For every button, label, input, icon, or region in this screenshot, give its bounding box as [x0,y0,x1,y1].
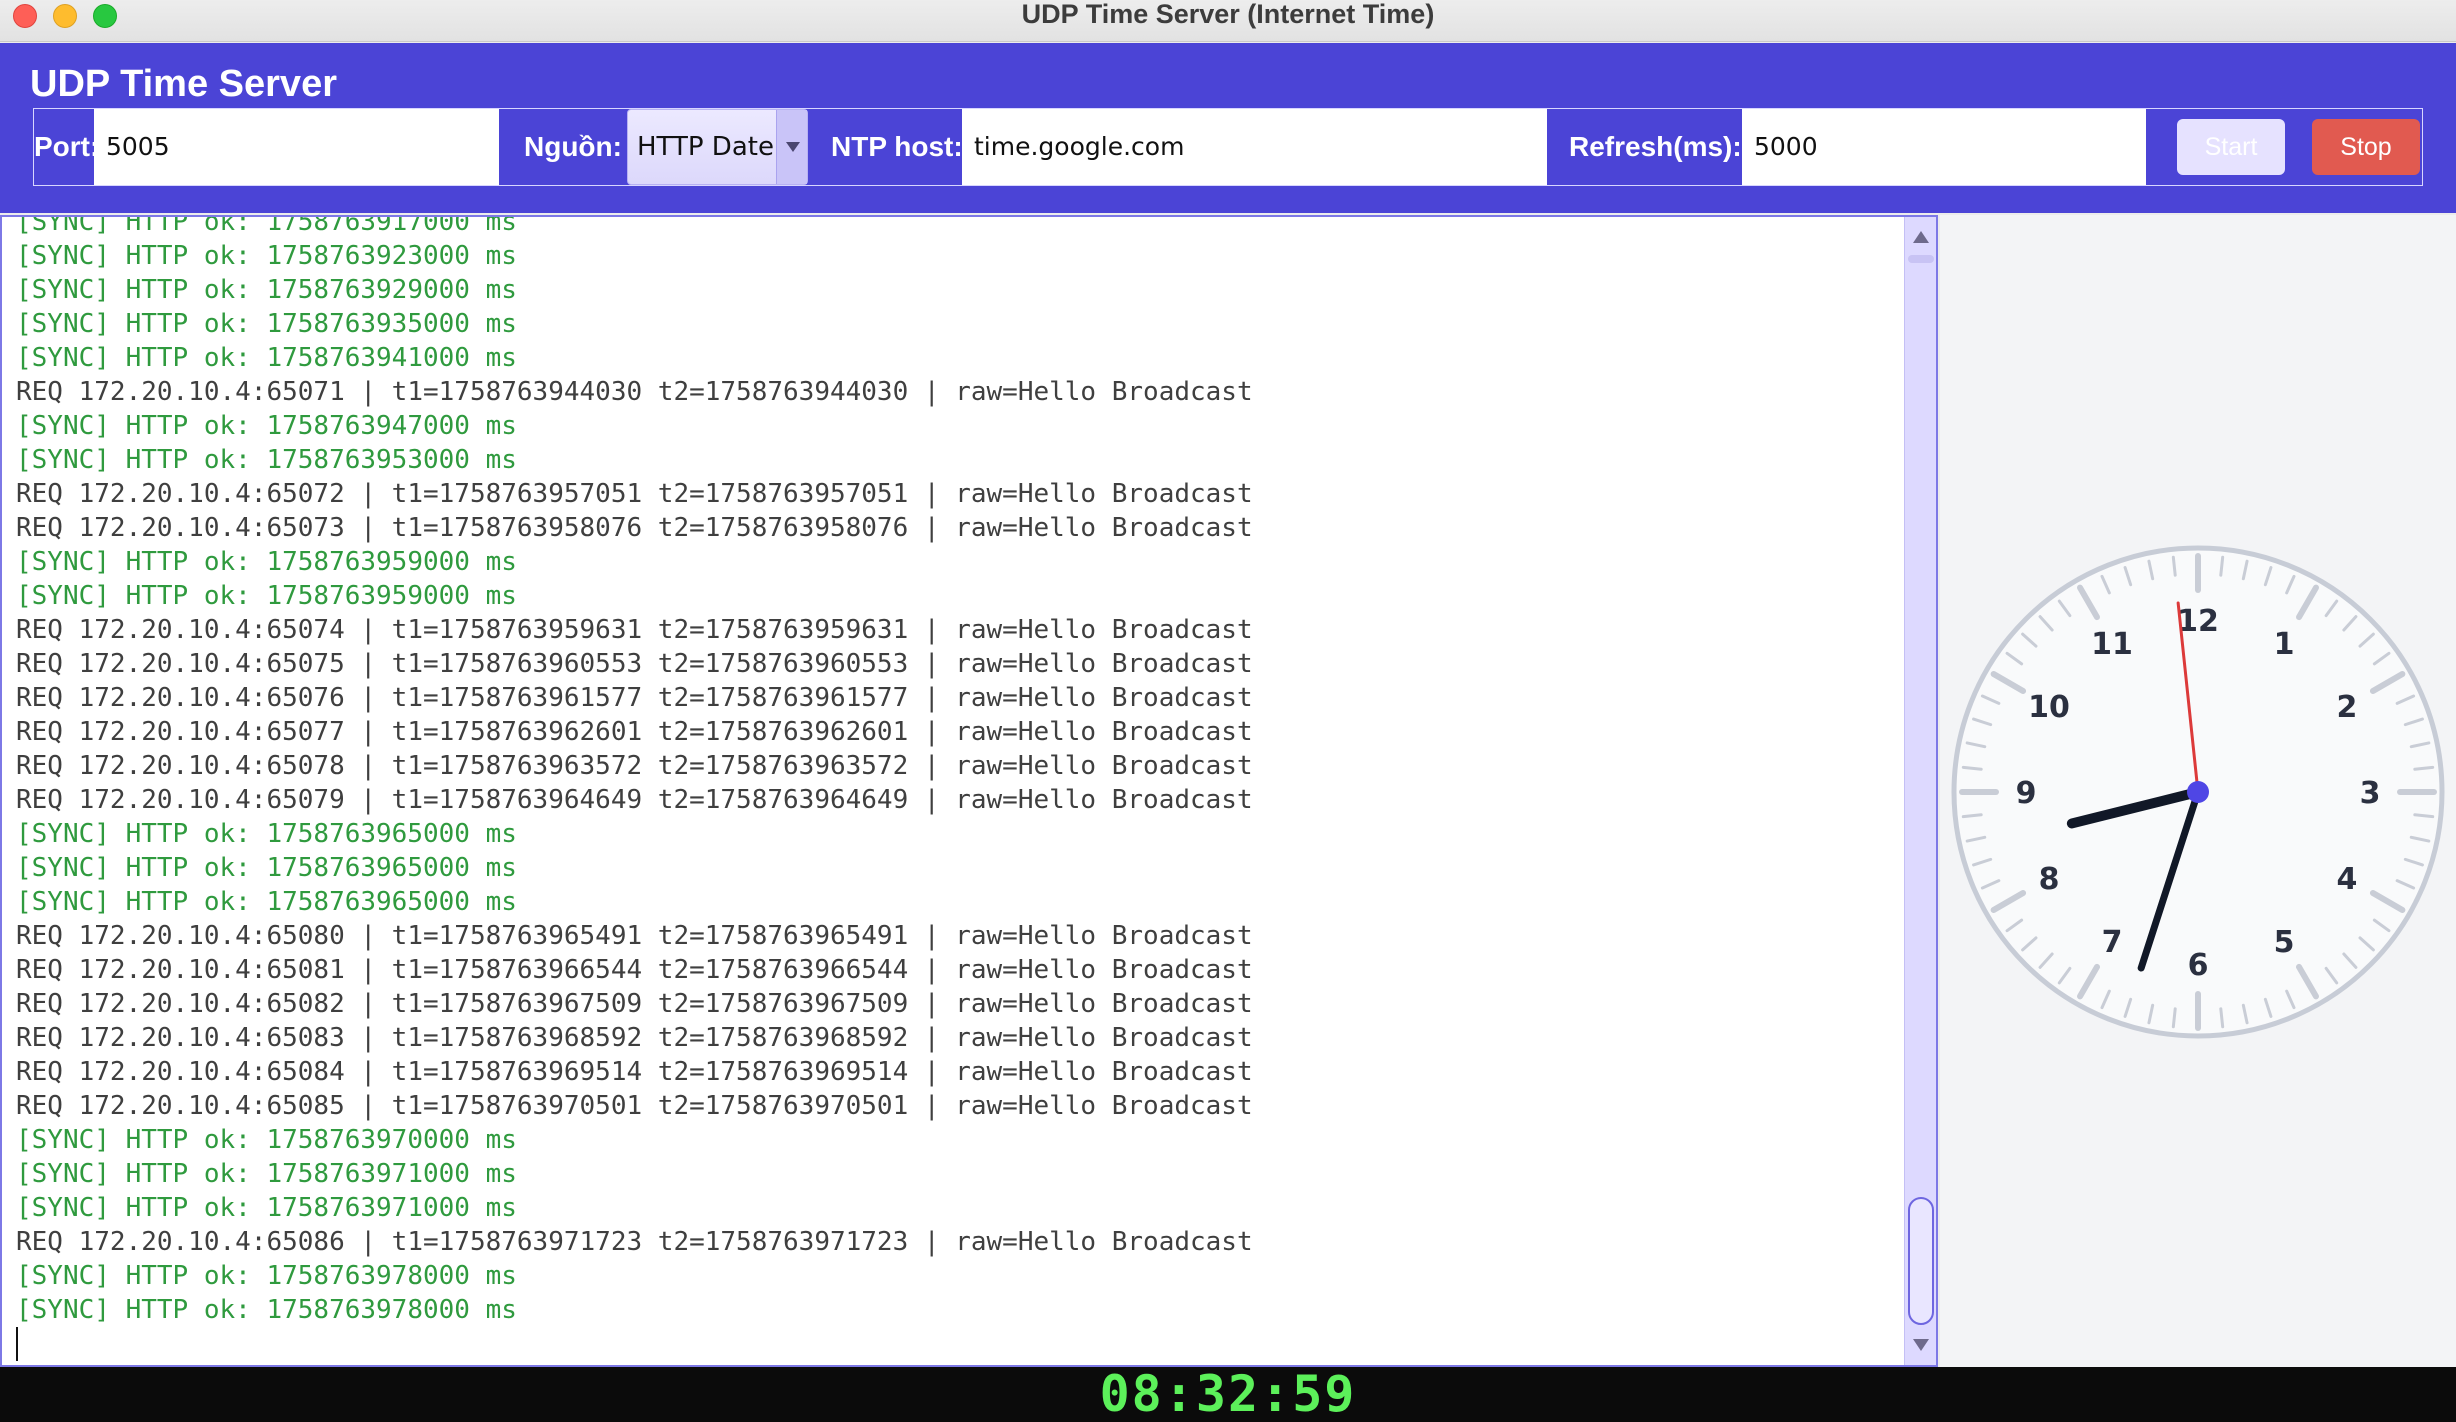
scrollbar-thumb[interactable] [1908,1197,1934,1325]
log-line-sync: [SYNC] HTTP ok: 1758763978000 ms [16,1261,517,1291]
log-line-sync: [SYNC] HTTP ok: 1758763971000 ms [16,1159,517,1189]
scroll-up-arrow-icon[interactable] [1913,231,1929,243]
minute-tick [2171,1007,2177,1029]
log-line-sync: [SYNC] HTTP ok: 1758763959000 ms [16,581,517,611]
stop-button[interactable]: Stop [2312,119,2420,175]
port-input[interactable] [94,109,499,185]
log-line-sync: [SYNC] HTTP ok: 1758763923000 ms [16,241,517,271]
log-line-request: REQ 172.20.10.4:65075 | t1=1758763960553… [16,649,1253,679]
analog-clock: 121234567891011 [1951,545,2445,1039]
log-line-request: REQ 172.20.10.4:65083 | t1=1758763968592… [16,1023,1253,1053]
log-line-request: REQ 172.20.10.4:65076 | t1=1758763961577… [16,683,1253,713]
log-line-request: REQ 172.20.10.4:65086 | t1=1758763971723… [16,1227,1253,1257]
log-line-sync: [SYNC] HTTP ok: 1758763965000 ms [16,887,517,917]
clock-numeral: 12 [2177,604,2219,639]
source-select-value: HTTP Date [637,132,774,162]
log-line-sync: [SYNC] HTTP ok: 1758763929000 ms [16,275,517,305]
log-line-sync: [SYNC] HTTP ok: 1758763971000 ms [16,1193,517,1223]
clock-numeral: 10 [2028,690,2070,725]
ntp-host-input[interactable] [962,109,1547,185]
scroll-down-arrow-icon[interactable] [1913,1339,1929,1351]
scrollbar-track-marker [1908,255,1934,263]
app-title: UDP Time Server [30,63,337,105]
minute-tick [1961,765,1983,771]
log-textarea[interactable]: [SYNC] HTTP ok: 1758763917000 ms [SYNC] H… [0,215,1938,1367]
clock-numeral: 5 [2274,925,2295,960]
clock-numeral: 8 [2039,862,2060,897]
log-scrollbar[interactable] [1904,217,1936,1365]
refresh-input[interactable] [1742,109,2146,185]
clock-numeral: 1 [2274,627,2295,662]
text-caret [16,1327,18,1361]
log-line-request: REQ 172.20.10.4:65080 | t1=1758763965491… [16,921,1253,951]
log-line-request: REQ 172.20.10.4:65071 | t1=1758763944030… [16,377,1253,407]
minute-tick [2171,555,2177,577]
log-line-sync: [SYNC] HTTP ok: 1758763935000 ms [16,309,517,339]
analog-clock-panel: 12 1 2 3 4 5 6 7 8 9 10 11 [1940,215,2456,1367]
log-line-sync: [SYNC] HTTP ok: 1758763917000 ms [16,215,517,237]
clock-numeral: 11 [2091,627,2133,662]
log-line-request: REQ 172.20.10.4:65081 | t1=1758763966544… [16,955,1253,985]
digital-clock: 08:32:59 [0,1367,2456,1422]
source-label: Nguồn: [524,131,622,162]
window-titlebar: UDP Time Server (Internet Time) [0,0,2456,42]
minute-tick [2413,813,2435,819]
controls-bar: Port: Nguồn: HTTP Date NTP host: Refresh… [33,108,2423,186]
clock-numeral: 7 [2102,925,2123,960]
clock-numeral: 4 [2337,862,2358,897]
log-line-request: REQ 172.20.10.4:65085 | t1=1758763970501… [16,1091,1253,1121]
minute-tick [2413,765,2435,771]
minute-tick [2219,555,2225,577]
port-label: Port: [34,131,100,162]
log-line-request: REQ 172.20.10.4:65082 | t1=1758763967509… [16,989,1253,1019]
chevron-down-icon[interactable] [776,110,807,184]
log-line-sync: [SYNC] HTTP ok: 1758763947000 ms [16,411,517,441]
log-line-sync: [SYNC] HTTP ok: 1758763965000 ms [16,819,517,849]
log-line-request: REQ 172.20.10.4:65078 | t1=1758763963572… [16,751,1253,781]
app-header: UDP Time Server Port: Nguồn: HTTP Date N… [0,43,2456,213]
refresh-label: Refresh(ms): [1569,131,1742,162]
start-button[interactable]: Start [2177,119,2285,175]
minute-tick [2219,1007,2225,1029]
source-select[interactable]: HTTP Date [627,109,808,185]
clock-numeral: 2 [2337,690,2358,725]
log-line-request: REQ 172.20.10.4:65077 | t1=1758763962601… [16,717,1253,747]
ntp-host-label: NTP host: [831,131,963,162]
clock-center-dot [2187,781,2209,803]
log-lines: [SYNC] HTTP ok: 1758763917000 ms [SYNC] H… [16,215,1896,1327]
clock-numeral: 6 [2188,948,2209,983]
log-line-sync: [SYNC] HTTP ok: 1758763959000 ms [16,547,517,577]
log-line-request: REQ 172.20.10.4:65084 | t1=1758763969514… [16,1057,1253,1087]
log-line-sync: [SYNC] HTTP ok: 1758763941000 ms [16,343,517,373]
log-line-sync: [SYNC] HTTP ok: 1758763978000 ms [16,1295,517,1325]
clock-numeral: 3 [2360,776,2381,811]
log-line-request: REQ 172.20.10.4:65073 | t1=1758763958076… [16,513,1253,543]
clock-numeral: 9 [2016,776,2037,811]
log-line-sync: [SYNC] HTTP ok: 1758763970000 ms [16,1125,517,1155]
minute-tick [1961,813,1983,819]
log-line-request: REQ 172.20.10.4:65079 | t1=1758763964649… [16,785,1253,815]
window-title: UDP Time Server (Internet Time) [1021,0,1435,29]
log-line-sync: [SYNC] HTTP ok: 1758763965000 ms [16,853,517,883]
log-line-request: REQ 172.20.10.4:65072 | t1=1758763957051… [16,479,1253,509]
log-line-request: REQ 172.20.10.4:65074 | t1=1758763959631… [16,615,1253,645]
log-line-sync: [SYNC] HTTP ok: 1758763953000 ms [16,445,517,475]
